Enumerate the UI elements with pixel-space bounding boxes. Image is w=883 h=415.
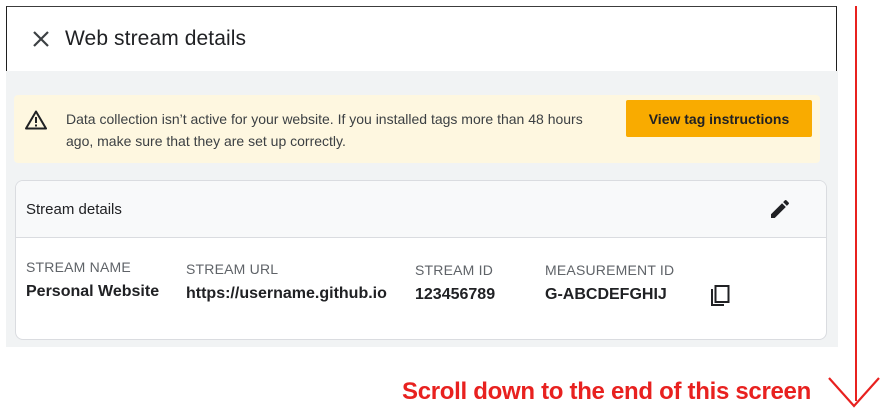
pencil-icon xyxy=(771,199,790,218)
close-icon xyxy=(33,31,49,47)
stream-name-field: STREAM NAME Personal Website xyxy=(26,259,159,301)
stream-url-field: STREAM URL https://username.github.io xyxy=(186,261,387,303)
edit-stream-button[interactable] xyxy=(768,197,792,221)
stream-details-card: Stream details STREAM NAME Personal Webs… xyxy=(15,180,827,340)
view-tag-instructions-button[interactable]: View tag instructions xyxy=(626,100,812,137)
stream-details-title: Stream details xyxy=(26,201,122,218)
data-collection-warning-banner: Data collection isn’t active for your we… xyxy=(14,95,820,163)
close-button[interactable] xyxy=(27,25,55,53)
measurement-id-label: MEASUREMENT ID xyxy=(545,262,675,278)
stream-url-value: https://username.github.io xyxy=(186,285,387,302)
copy-measurement-id-button[interactable] xyxy=(709,285,731,309)
stream-name-label: STREAM NAME xyxy=(26,259,131,275)
scroll-instruction-annotation: Scroll down to the end of this screen xyxy=(402,378,811,405)
panel-header: Web stream details xyxy=(6,6,837,71)
stream-id-label: STREAM ID xyxy=(415,262,494,278)
measurement-id-value: G-ABCDEFGHIJ xyxy=(545,286,667,303)
down-arrow-icon xyxy=(828,377,880,408)
panel-title: Web stream details xyxy=(65,27,247,50)
warning-icon xyxy=(25,110,47,130)
stream-url-label: STREAM URL xyxy=(186,261,279,277)
stream-id-field: STREAM ID 123456789 xyxy=(415,262,495,304)
scroll-indicator-line xyxy=(855,6,857,401)
stream-name-value: Personal Website xyxy=(26,283,160,300)
stream-id-value: 123456789 xyxy=(415,286,496,303)
banner-message: Data collection isn’t active for your we… xyxy=(66,111,583,149)
stream-details-header: Stream details xyxy=(16,181,826,238)
copy-icon xyxy=(711,285,730,306)
panel-body: Data collection isn’t active for your we… xyxy=(6,71,838,347)
measurement-id-field: MEASUREMENT ID G-ABCDEFGHIJ xyxy=(545,262,674,304)
